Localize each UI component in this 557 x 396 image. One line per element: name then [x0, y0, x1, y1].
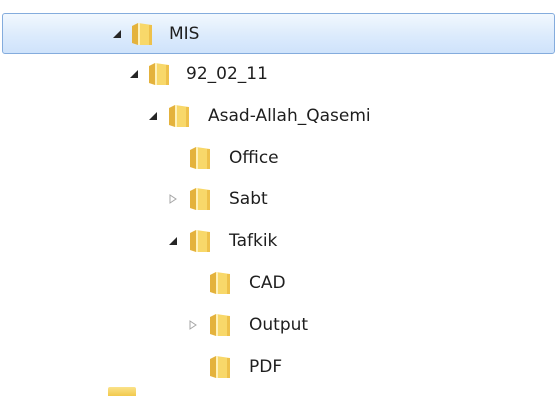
- tree-item-label: Tafkik: [229, 231, 278, 251]
- tree-item-pdf[interactable]: PDF: [0, 348, 557, 386]
- folder-icon: [189, 229, 211, 253]
- tree-item-label: MIS: [169, 23, 200, 44]
- tree-item-label: Output: [249, 315, 309, 335]
- tree-item-cad[interactable]: CAD: [0, 264, 557, 302]
- tree-item-92-02-11[interactable]: 92_02_11: [0, 55, 557, 93]
- triangle-expanded-icon[interactable]: [129, 69, 139, 79]
- triangle-collapsed-icon[interactable]: [188, 320, 198, 330]
- tree-item-office[interactable]: Office: [0, 139, 557, 177]
- folder-icon: [209, 271, 231, 295]
- folder-icon: [189, 146, 211, 170]
- triangle-expanded-icon[interactable]: [148, 111, 158, 121]
- folder-icon: [189, 187, 211, 211]
- folder-icon: [108, 387, 136, 396]
- tree-item-label: Asad-Allah_Qasemi: [208, 106, 371, 126]
- tree-item-label: PDF: [249, 357, 283, 377]
- tree-item-label: Office: [229, 148, 279, 168]
- triangle-expanded-icon[interactable]: [112, 29, 122, 39]
- tree-item-asad-allah-qasemi[interactable]: Asad-Allah_Qasemi: [0, 97, 557, 135]
- triangle-collapsed-icon[interactable]: [168, 194, 178, 204]
- folder-tree: MIS 92_02_11 Asad-Allah_Qasemi Office Sa…: [0, 0, 557, 396]
- folder-icon: [131, 22, 153, 46]
- tree-item-tafkik[interactable]: Tafkik: [0, 222, 557, 260]
- folder-icon: [209, 355, 231, 379]
- tree-item-sabt[interactable]: Sabt: [0, 180, 557, 218]
- folder-icon: [148, 62, 170, 86]
- triangle-expanded-icon[interactable]: [168, 236, 178, 246]
- tree-item-label: Sabt: [229, 189, 268, 209]
- tree-item-output[interactable]: Output: [0, 306, 557, 344]
- folder-icon: [168, 104, 190, 128]
- tree-item-label: 92_02_11: [186, 64, 268, 84]
- tree-item-label: CAD: [249, 273, 286, 293]
- folder-icon: [209, 313, 231, 337]
- tree-item-mis[interactable]: MIS: [2, 13, 555, 54]
